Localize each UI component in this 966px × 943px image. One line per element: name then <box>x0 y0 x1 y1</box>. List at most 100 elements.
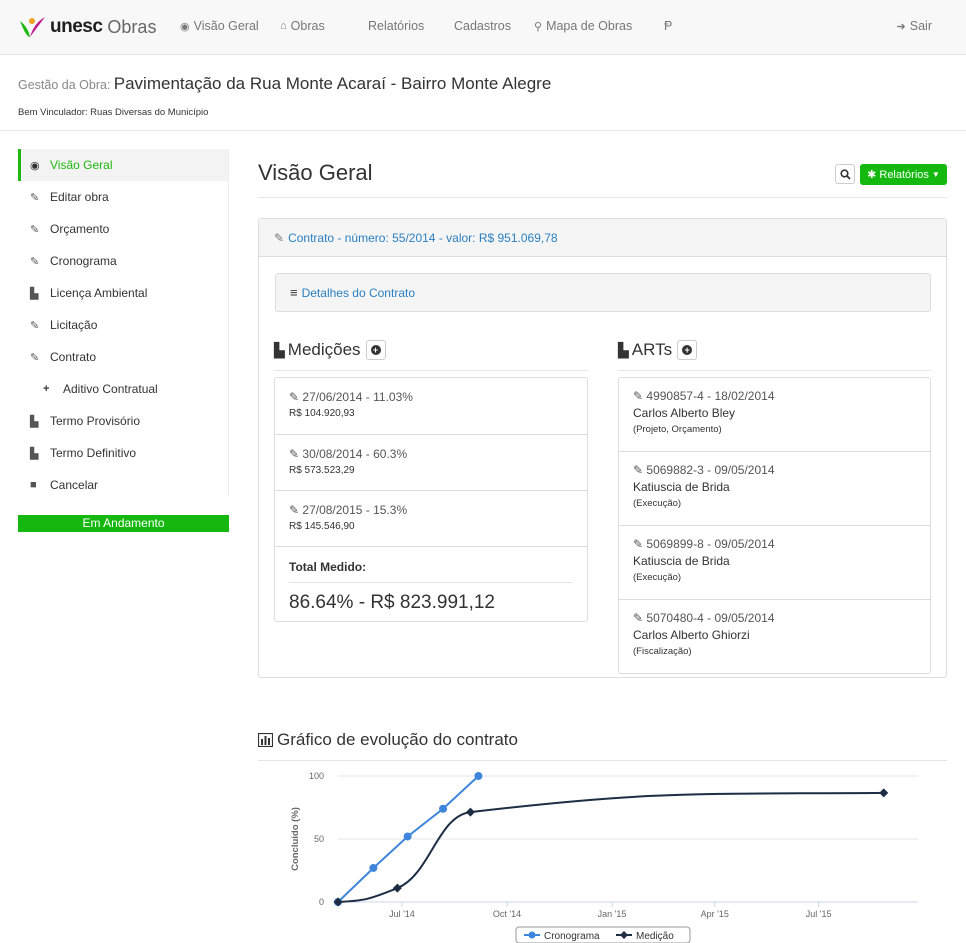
contract-header[interactable]: ✎ Contrato - número: 55/2014 - valor: R$… <box>259 219 946 257</box>
sidebar-item-cancelar[interactable]: ■ Cancelar <box>18 469 228 501</box>
sidebar-item-label: Licitação <box>50 318 98 332</box>
obra-name: Pavimentação da Rua Monte Acaraí - Bairr… <box>113 74 552 93</box>
chart-heading: Gráfico de evolução do contrato <box>258 730 518 750</box>
edit-icon: ✎ <box>289 503 303 517</box>
search-icon <box>839 168 851 180</box>
bem-vinculado: Bem Vinculador: Ruas Diversas do Municíp… <box>18 107 209 118</box>
medicoes-divider <box>274 370 588 371</box>
nav-visao-geral-label: Visão Geral <box>193 19 259 33</box>
details-link-label: Detalhes do Contrato <box>301 285 415 300</box>
nav-visao-geral[interactable]: ◉ Visão Geral <box>180 19 259 33</box>
status-badge: Em Andamento <box>18 515 229 532</box>
edit-icon: ✎ <box>289 447 303 461</box>
sidebar-item-aditivo-contratual[interactable]: + Aditivo Contratual <box>18 373 228 405</box>
list-item[interactable]: ✎ 5069899-8 - 09/05/2014 Katiuscia de Br… <box>619 526 930 600</box>
list-item[interactable]: ✎ 5070480-4 - 09/05/2014 Carlos Alberto … <box>619 600 930 673</box>
sidebar-item-licitacao[interactable]: ✎ Licitação <box>18 309 228 341</box>
unesc-logo-icon <box>20 17 45 37</box>
medicao-title: 30/08/2014 - 60.3% <box>302 447 408 461</box>
sidebar-item-label: Orçamento <box>50 222 110 236</box>
header-divider <box>0 130 966 131</box>
bar-chart-icon <box>258 733 273 747</box>
edit-icon: ✎ <box>633 537 647 551</box>
data-point-cronograma <box>439 804 448 813</box>
series-line-medicao <box>337 791 884 903</box>
list-item[interactable]: ✎ 27/08/2015 - 15.3% R$ 145.546,90 <box>275 491 587 547</box>
sidebar-item-licenca-ambiental[interactable]: ▙ Licença Ambiental <box>18 277 228 309</box>
obra-header: Gestão da Obra: Pavimentação da Rua Mont… <box>18 74 551 94</box>
nav-mapa-de-obras[interactable]: ⚲ Mapa de Obras <box>534 19 632 33</box>
obra-label: Gestão da Obra: <box>18 78 111 92</box>
sidebar-item-label: Termo Definitivo <box>50 446 137 460</box>
sign-out-icon: ➜ <box>896 20 906 33</box>
edit-icon: ✎ <box>633 611 647 625</box>
total-item: Total Medido: 86.64% - R$ 823.991,12 <box>275 547 587 621</box>
stop-icon: ■ <box>30 479 37 491</box>
list-item[interactable]: ✎ 4990857-4 - 18/02/2014 Carlos Alberto … <box>619 378 930 452</box>
edit-icon: ✎ <box>633 463 647 477</box>
page-title: Visão Geral <box>258 160 373 185</box>
reports-dropdown-button[interactable]: ✱ Relatórios ▼ <box>860 164 947 185</box>
sidebar-item-label: Aditivo Contratual <box>63 382 158 396</box>
arts-heading: ▙ ARTs + <box>618 340 698 360</box>
medicao-value: R$ 573.523,29 <box>289 465 355 476</box>
sidebar: ◉ Visão Geral ✎ Editar obra ✎ Orçamento … <box>18 149 229 496</box>
nav-sair[interactable]: ➜ Sair <box>897 19 932 33</box>
medicoes-heading: ▙ Medições + <box>274 340 386 360</box>
x-tick-label: Oct '14 <box>493 909 521 919</box>
legend-label-medicao: Medição <box>636 931 674 942</box>
list-item[interactable]: ✎ 5069882-3 - 09/05/2014 Katiuscia de Br… <box>619 452 930 526</box>
total-value: 86.64% - R$ 823.991,12 <box>289 592 495 613</box>
edit-icon: ✎ <box>30 319 40 332</box>
legend-label-cronograma: Cronograma <box>544 931 600 942</box>
search-button[interactable] <box>835 164 855 184</box>
add-medicao-button[interactable]: + <box>365 340 386 360</box>
add-art-button[interactable]: + <box>677 340 698 360</box>
list-item[interactable]: ✎ 30/08/2014 - 60.3% R$ 573.523,29 <box>275 435 587 491</box>
x-tick-label: Jul '14 <box>389 909 415 919</box>
nav-mapa-label: Mapa de Obras <box>546 19 633 33</box>
art-role: (Fiscalização) <box>633 646 692 657</box>
nav-cadastros[interactable]: Cadastros <box>454 19 511 33</box>
nav-obras[interactable]: ⌂ Obras <box>280 19 325 33</box>
y-tick-label: 50 <box>314 834 324 844</box>
edit-icon: ✎ <box>30 191 40 204</box>
art-name: Katiuscia de Brida <box>633 480 730 494</box>
nav-relatorios-label: Relatórios <box>368 19 425 33</box>
dashboard-icon: ◉ <box>180 20 190 33</box>
nav-extra[interactable]: Ᵽ <box>664 19 672 33</box>
plus-circle-icon: + <box>370 345 381 355</box>
y-axis-label: Concluído (%) <box>290 807 301 871</box>
dashboard-icon: ◉ <box>30 159 40 172</box>
nav-extra-label: Ᵽ <box>664 19 673 33</box>
art-title: 5069882-3 - 09/05/2014 <box>646 463 775 477</box>
brand[interactable]: unesc Obras <box>18 12 156 42</box>
sidebar-item-contrato[interactable]: ✎ Contrato <box>18 341 228 373</box>
sidebar-item-visao-geral[interactable]: ◉ Visão Geral <box>18 149 228 181</box>
sidebar-item-cronograma[interactable]: ✎ Cronograma <box>18 245 228 277</box>
sidebar-item-orcamento[interactable]: ✎ Orçamento <box>18 213 228 245</box>
x-tick-label: Jul '15 <box>806 909 832 919</box>
sidebar-item-termo-definitivo[interactable]: ▙ Termo Definitivo <box>18 437 228 469</box>
data-point-cronograma <box>403 832 412 841</box>
file-icon: ▙ <box>30 447 39 460</box>
medicoes-list: ✎ 27/06/2014 - 11.03% R$ 104.920,93 ✎ 30… <box>274 377 588 622</box>
gear-icon: ✱ <box>867 169 877 181</box>
sidebar-item-termo-provisorio[interactable]: ▙ Termo Provisório <box>18 405 228 437</box>
art-name: Carlos Alberto Bley <box>633 406 736 420</box>
contract-details-link[interactable]: ≡ Detalhes do Contrato <box>275 273 931 312</box>
list-item[interactable]: ✎ 27/06/2014 - 11.03% R$ 104.920,93 <box>275 378 587 435</box>
art-name: Carlos Alberto Ghiorzi <box>633 628 750 642</box>
data-point-medicao <box>879 788 889 798</box>
nav-relatorios[interactable]: Relatórios <box>368 19 424 33</box>
nav-sair-label: Sair <box>909 19 932 33</box>
sidebar-item-label: Contrato <box>50 350 97 364</box>
data-point-medicao <box>465 807 475 817</box>
total-label: Total Medido: <box>289 560 367 574</box>
sidebar-item-label: Licença Ambiental <box>50 286 148 300</box>
data-point-medicao <box>392 883 402 893</box>
medicao-title: 27/06/2014 - 11.03% <box>302 390 413 404</box>
art-role: (Execução) <box>633 572 682 583</box>
sidebar-item-editar-obra[interactable]: ✎ Editar obra <box>18 181 228 213</box>
evolution-chart[interactable]: 0 50 100 Jul '14 Oct '14 Jan '15 Apr '15 Jul '1… <box>258 761 947 943</box>
